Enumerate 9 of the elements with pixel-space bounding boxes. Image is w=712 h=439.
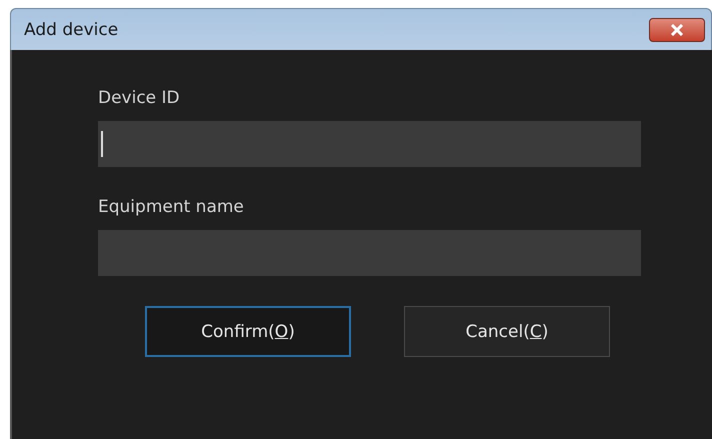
dialog-button[interactable]: Cancel(C) <box>404 306 610 357</box>
input-field[interactable] <box>98 121 641 167</box>
input-field[interactable] <box>98 230 641 276</box>
window-title: Add device <box>24 20 118 40</box>
field-label: Equipment name <box>98 197 244 217</box>
field-label: Device ID <box>98 88 180 108</box>
close-button[interactable] <box>649 18 705 42</box>
close-icon <box>670 24 684 36</box>
dialog-button[interactable]: Confirm(O) <box>145 306 351 357</box>
